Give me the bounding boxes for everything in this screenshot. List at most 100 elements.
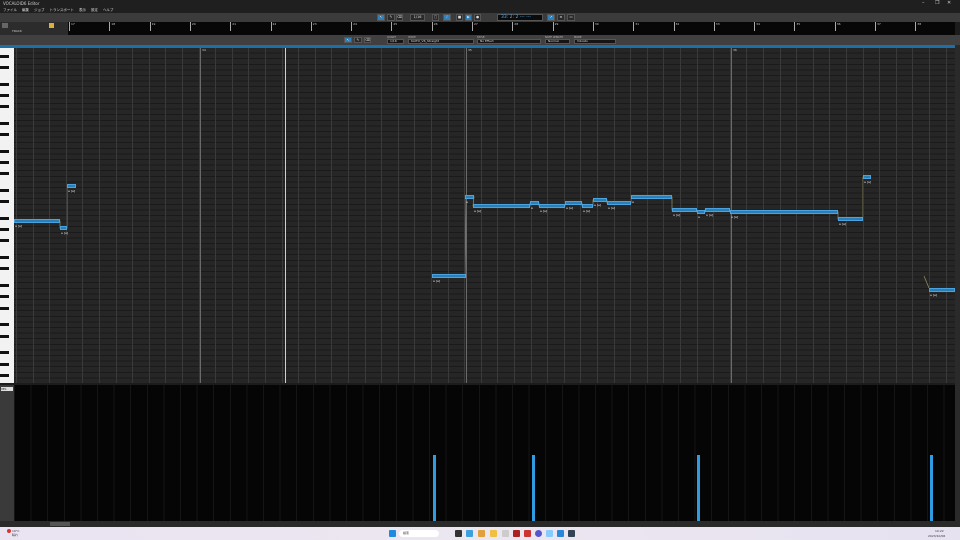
pr-quantize-select[interactable]: 1/16 xyxy=(387,39,404,44)
ruler-measure[interactable]: 36 xyxy=(834,22,841,31)
play-button[interactable]: ▶ xyxy=(465,14,472,21)
folder-icon[interactable] xyxy=(490,530,497,537)
eraser-tool-button[interactable]: ⌫ xyxy=(396,14,403,21)
view-button[interactable]: ▭ xyxy=(567,14,575,21)
track-name[interactable]: TRACK xyxy=(12,29,22,33)
chrome-icon[interactable] xyxy=(478,530,485,537)
record-button[interactable]: ● xyxy=(474,14,481,21)
pianoroll-grid[interactable]: 34 35 36 a [a] a [a] a [a] a [a] a a [a] a a [a] a … xyxy=(14,48,955,383)
close-button[interactable]: ✕ xyxy=(947,0,951,7)
black-key[interactable] xyxy=(0,362,9,366)
velocity-bar[interactable] xyxy=(930,454,933,521)
black-key[interactable] xyxy=(0,267,9,271)
black-key[interactable] xyxy=(0,189,9,192)
note[interactable] xyxy=(432,274,466,278)
black-key[interactable] xyxy=(0,306,9,310)
note[interactable] xyxy=(631,195,672,199)
follow-playhead-button[interactable]: ↗ xyxy=(547,14,555,21)
pr-eraser-tool[interactable]: ⌫ xyxy=(364,37,371,43)
black-key[interactable] xyxy=(0,93,9,97)
add-track-icon[interactable] xyxy=(2,23,8,28)
ruler-measure[interactable]: 26 xyxy=(431,22,438,31)
mixer-button[interactable]: ≡ xyxy=(557,14,565,21)
ruler-measure[interactable]: 32 xyxy=(673,22,679,31)
mode-select[interactable]: Vibrato xyxy=(574,39,616,44)
note[interactable] xyxy=(539,204,565,208)
black-key[interactable] xyxy=(0,172,9,176)
note[interactable] xyxy=(60,226,67,230)
app3-icon[interactable] xyxy=(524,530,531,537)
track-header[interactable]: TRACK xyxy=(0,22,68,35)
timeline-ruler[interactable]: 17 18 19 20 21 22 23 24 25 26 27 28 29 30 31 32 33 34 35 36… xyxy=(68,22,955,35)
ruler-measure[interactable]: 18 xyxy=(109,22,115,31)
note[interactable] xyxy=(863,175,871,179)
velocity-bar[interactable] xyxy=(433,454,436,521)
voice-select[interactable]: KAITO_V6_Straight xyxy=(408,39,474,44)
ruler-measure[interactable]: 25 xyxy=(391,22,397,31)
note[interactable] xyxy=(929,288,955,292)
app5-icon[interactable] xyxy=(546,530,553,537)
loop-button[interactable]: □ xyxy=(432,14,439,21)
black-key[interactable] xyxy=(0,284,9,288)
ruler-measure[interactable]: 17 xyxy=(69,22,75,31)
ruler-measure[interactable]: 30 xyxy=(592,22,599,31)
ruler-measure[interactable]: 33 xyxy=(713,22,720,31)
app-icon[interactable] xyxy=(502,530,509,537)
vertical-scrollbar[interactable] xyxy=(955,45,960,527)
black-key[interactable] xyxy=(0,334,9,338)
app4-icon[interactable] xyxy=(535,530,542,537)
ruler-measure[interactable]: 21 xyxy=(230,22,236,31)
black-key[interactable] xyxy=(0,323,9,327)
start-icon[interactable] xyxy=(389,530,396,537)
note[interactable] xyxy=(697,210,705,214)
ruler-measure[interactable]: 24 xyxy=(351,22,357,31)
ruler-measure[interactable]: 34 xyxy=(754,22,760,31)
pr-pencil-tool[interactable]: ✎ xyxy=(354,37,362,43)
note[interactable] xyxy=(465,195,474,199)
note[interactable] xyxy=(730,210,838,214)
black-key[interactable] xyxy=(0,256,9,260)
ruler-measure[interactable]: 19 xyxy=(149,22,155,31)
note[interactable] xyxy=(582,204,593,208)
black-key[interactable] xyxy=(0,82,9,86)
pr-select-tool[interactable]: ↖ xyxy=(344,37,352,43)
black-key[interactable] xyxy=(0,161,9,164)
black-key[interactable] xyxy=(0,351,9,355)
black-key[interactable] xyxy=(0,121,9,125)
piano-keyboard[interactable] xyxy=(0,48,14,383)
black-key[interactable] xyxy=(0,228,9,232)
black-key[interactable] xyxy=(0,149,9,153)
maximize-button[interactable]: ❐ xyxy=(935,0,939,7)
quantize-select[interactable]: 1/16 xyxy=(410,14,425,21)
search-box[interactable]: 検索 xyxy=(399,530,439,537)
taskview-icon[interactable] xyxy=(455,530,462,537)
playhead[interactable] xyxy=(285,48,286,383)
black-key[interactable] xyxy=(0,239,9,243)
ruler-measure[interactable]: 23 xyxy=(310,22,317,31)
ruler-measure[interactable]: 31 xyxy=(633,22,639,31)
black-key[interactable] xyxy=(0,373,9,377)
note[interactable] xyxy=(14,219,60,223)
note[interactable] xyxy=(565,201,582,205)
black-key[interactable] xyxy=(0,217,9,220)
parameter-select[interactable]: VEL xyxy=(1,387,13,391)
note[interactable] xyxy=(672,208,697,212)
ruler-measure[interactable]: 27 xyxy=(472,22,478,31)
black-key[interactable] xyxy=(0,54,9,58)
velocity-bar[interactable] xyxy=(697,454,700,521)
note[interactable] xyxy=(67,184,76,188)
black-key[interactable] xyxy=(0,105,9,108)
note[interactable] xyxy=(705,208,730,212)
stop-button[interactable]: ■ xyxy=(456,14,463,21)
black-key[interactable] xyxy=(0,200,9,204)
black-key[interactable] xyxy=(0,295,9,299)
select-tool-button[interactable]: ↖ xyxy=(377,14,385,21)
ruler-measure[interactable]: 35 xyxy=(794,22,800,31)
ruler-measure[interactable]: 38 xyxy=(915,22,921,31)
ruler-measure[interactable]: 28 xyxy=(512,22,518,31)
app2-icon[interactable] xyxy=(513,530,520,537)
ruler-measure[interactable]: 20 xyxy=(189,22,196,31)
minimize-button[interactable]: – xyxy=(922,0,925,7)
note[interactable] xyxy=(838,217,863,221)
velocity-bar[interactable] xyxy=(532,454,535,521)
